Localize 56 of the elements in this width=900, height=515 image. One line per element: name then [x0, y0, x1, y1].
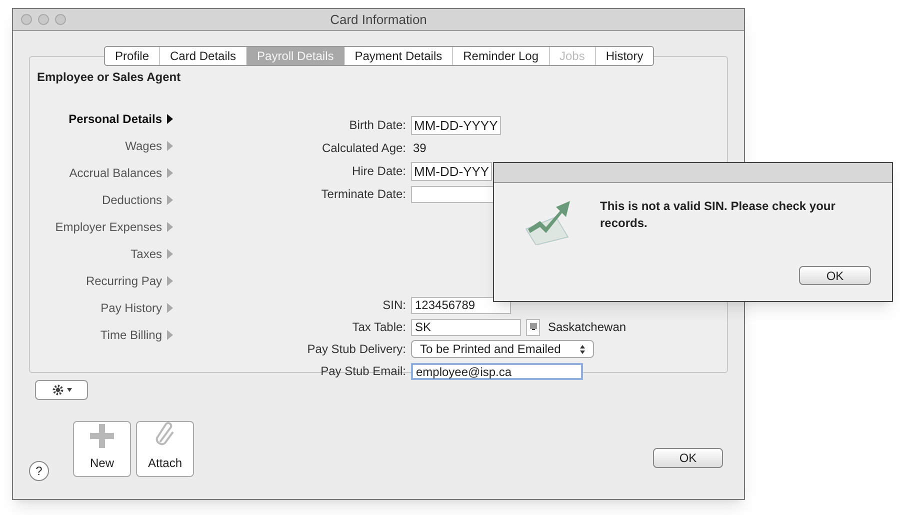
attach-button[interactable]: Attach: [136, 421, 194, 477]
paperclip-icon: [154, 422, 176, 448]
field-label: Hire Date:: [350, 163, 406, 180]
stepper-icon: [580, 344, 585, 354]
gear-icon: [52, 384, 64, 396]
caret-icon: [66, 388, 72, 392]
disclosure-arrow-icon: [167, 168, 173, 178]
tab[interactable]: History: [594, 47, 654, 65]
disclosure-arrow-icon: [167, 248, 173, 258]
section-link[interactable]: Recurring Pay: [86, 272, 162, 290]
field-label: Pay Stub Email:: [320, 363, 406, 380]
help-button[interactable]: ?: [29, 461, 49, 481]
section-link[interactable]: Personal Details: [68, 110, 162, 128]
section-link[interactable]: Time Billing: [100, 326, 162, 344]
disclosure-arrow-icon: [167, 302, 173, 312]
field-label: SIN:: [382, 297, 406, 314]
disclosure-arrow-icon: [167, 194, 173, 204]
input-field[interactable]: employee@isp.ca: [411, 362, 583, 380]
date-field[interactable]: MM-DD-YYYY: [411, 116, 501, 134]
ok-button[interactable]: OK: [799, 266, 871, 285]
section-link[interactable]: Pay History: [100, 298, 162, 316]
region-name: Saskatchewan: [548, 319, 626, 336]
section-link[interactable]: Accrual Balances: [69, 164, 162, 182]
card-type-label: Employee or Sales Agent: [37, 69, 181, 86]
field-label: Pay Stub Delivery:: [306, 341, 406, 358]
ok-button[interactable]: OK: [653, 448, 723, 468]
window-title: Card Information: [330, 10, 427, 29]
field-label: Terminate Date:: [320, 186, 406, 203]
new-button[interactable]: New: [73, 421, 131, 477]
disclosure-arrow-icon: [167, 222, 173, 232]
tab[interactable]: Reminder Log: [452, 47, 548, 65]
minimize-button[interactable]: [38, 14, 49, 25]
alert-message: This is not a valid SIN. Please check your records.: [600, 198, 836, 232]
delivery-popup[interactable]: To be Printed and Emailed: [411, 340, 594, 358]
section-link[interactable]: Employer Expenses: [55, 218, 162, 236]
disclosure-arrow-icon: [167, 276, 173, 286]
zoom-button[interactable]: [55, 14, 66, 25]
input-field[interactable]: SK: [411, 318, 521, 336]
close-button[interactable]: [21, 14, 32, 25]
gear-menu-button[interactable]: [35, 380, 88, 400]
field-label: Calculated Age:: [320, 140, 406, 157]
age-value: 39: [412, 140, 428, 157]
field-label: Birth Date:: [348, 117, 406, 134]
list-button[interactable]: [526, 318, 540, 336]
disclosure-arrow-icon: [167, 330, 173, 340]
disclosure-arrow-icon: [167, 114, 173, 124]
tab[interactable]: Payment Details: [344, 47, 452, 65]
disclosure-arrow-icon: [167, 140, 173, 150]
section-link[interactable]: Taxes: [130, 244, 162, 262]
date-field[interactable]: MM-DD-YYY: [411, 162, 492, 180]
field-label: Tax Table:: [351, 319, 406, 336]
tab[interactable]: Profile: [105, 47, 160, 65]
section-link[interactable]: Deductions: [102, 190, 162, 208]
plus-icon: [90, 424, 114, 448]
list-icon: [530, 323, 536, 331]
section-link[interactable]: Wages: [125, 136, 162, 154]
